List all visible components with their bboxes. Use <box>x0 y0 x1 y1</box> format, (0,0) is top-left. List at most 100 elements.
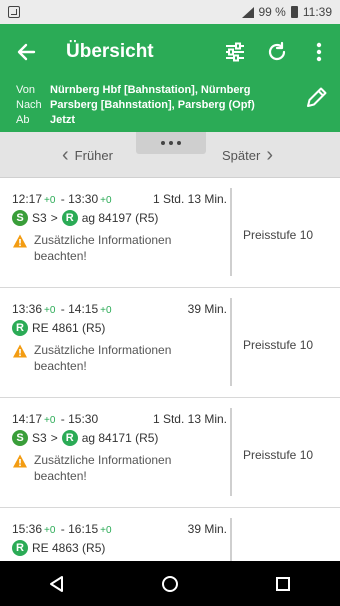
time-range: 13:36 +0 - 14:15 +0 <box>12 302 112 316</box>
circle-home-icon <box>161 575 178 592</box>
duration: 39 Min. <box>187 302 227 316</box>
from-value: Nürnberg Hbf [Bahnstation], Nürnberg <box>50 83 251 96</box>
arrival-delay: +0 <box>100 195 112 206</box>
connection-times: 13:36 +0 - 14:15 +0 39 Min. <box>12 300 227 318</box>
train-lines: S S3 > R ag 84197 (R5) <box>12 208 227 228</box>
expand-handle[interactable] <box>136 132 206 154</box>
notification-icon <box>8 6 20 18</box>
refresh-button[interactable] <box>256 24 298 80</box>
battery-percent: 99 % <box>258 5 286 19</box>
second-line: RE 4861 (R5) <box>32 321 106 335</box>
departure-time: 12:17 <box>12 192 43 206</box>
second-line: RE 4863 (R5) <box>32 541 106 555</box>
battery-icon <box>290 6 298 18</box>
warning-icon <box>13 344 27 358</box>
transfer-arrow-icon: > <box>50 431 58 445</box>
departure-delay: +0 <box>44 195 56 206</box>
earlier-label: Früher <box>74 147 113 163</box>
chevron-left-icon: ‹ <box>62 143 69 166</box>
time-range: 15:36 +0 - 16:15 +0 <box>12 522 112 536</box>
train-lines: R RE 4863 (R5) <box>12 538 227 558</box>
arrival-time: 13:30 <box>68 192 99 206</box>
system-navigation-bar <box>0 561 340 606</box>
dot-icon <box>177 141 181 145</box>
edit-pencil-icon[interactable] <box>304 84 330 110</box>
second-line: ag 84171 (R5) <box>81 431 159 445</box>
filter-sliders-icon <box>226 42 244 62</box>
app-bar: Übersicht <box>0 24 340 80</box>
price-level: Preisstufe 10 <box>243 228 314 242</box>
price-level: Preisstufe 10 <box>243 448 314 462</box>
departure-label: Ab <box>16 113 30 126</box>
to-label: Nach <box>16 98 42 111</box>
regional-train-icon: R <box>61 430 78 446</box>
departure-delay: +0 <box>44 415 56 426</box>
sbahn-icon: S <box>12 430 28 446</box>
departure-delay: +0 <box>44 305 56 316</box>
connection-details: 14:17 +0 - 15:30 1 Std. 13 Min. S S3 > R … <box>12 410 227 484</box>
time-navigation-bar: ‹ Früher Später › <box>0 132 340 178</box>
departure-time: 15:36 <box>12 522 43 536</box>
divider <box>230 518 232 561</box>
first-line: S3 <box>32 431 47 445</box>
status-bar: 99 % 11:39 <box>0 0 340 24</box>
connection-times: 12:17 +0 - 13:30 +0 1 Std. 13 Min. <box>12 190 227 208</box>
filter-button[interactable] <box>214 24 256 80</box>
more-options-button[interactable] <box>298 24 340 80</box>
duration: 1 Std. 13 Min. <box>152 192 227 206</box>
connection-item[interactable]: 13:36 +0 - 14:15 +0 39 Min. R RE 4861 (R5)… <box>0 288 340 398</box>
connection-details: 12:17 +0 - 13:30 +0 1 Std. 13 Min. S S3 > … <box>12 190 227 264</box>
price-level: Preisstufe 10 <box>243 338 314 352</box>
departure-time: 14:17 <box>12 412 43 426</box>
route-summary[interactable]: Von Nürnberg Hbf [Bahnstation], Nürnberg… <box>0 80 340 132</box>
connection-details: 15:36 +0 - 16:15 +0 39 Min. R RE 4863 (R5) <box>12 520 227 558</box>
system-home-button[interactable] <box>150 564 190 604</box>
departure-time: 13:36 <box>12 302 43 316</box>
earlier-button[interactable]: ‹ Früher <box>56 132 113 178</box>
connection-list[interactable]: 12:17 +0 - 13:30 +0 1 Std. 13 Min. S S3 > … <box>0 178 340 561</box>
square-recents-icon <box>276 576 291 591</box>
duration: 1 Std. 13 Min. <box>152 412 227 426</box>
time-range: 12:17 +0 - 13:30 +0 <box>12 192 112 206</box>
later-button[interactable]: Später › <box>222 132 279 178</box>
info-notice: Zusätzliche Informationen beachten! <box>12 342 227 374</box>
info-text: Zusätzliche Informationen beachten! <box>34 233 172 263</box>
connection-item[interactable]: 12:17 +0 - 13:30 +0 1 Std. 13 Min. S S3 > … <box>0 178 340 288</box>
transfer-arrow-icon: > <box>50 211 58 225</box>
triangle-back-icon <box>49 575 63 592</box>
connection-times: 14:17 +0 - 15:30 1 Std. 13 Min. <box>12 410 227 428</box>
back-button[interactable] <box>0 24 52 80</box>
duration: 39 Min. <box>187 522 227 536</box>
arrival-delay: +0 <box>100 525 112 536</box>
system-recents-button[interactable] <box>263 564 303 604</box>
time-range: 14:17 +0 - 15:30 <box>12 412 99 426</box>
arrival-time: 14:15 <box>68 302 99 316</box>
back-arrow-icon <box>17 43 36 61</box>
connection-times: 15:36 +0 - 16:15 +0 39 Min. <box>12 520 227 538</box>
second-line: ag 84197 (R5) <box>81 211 159 225</box>
info-text: Zusätzliche Informationen beachten! <box>34 453 172 483</box>
later-label: Später <box>222 147 261 163</box>
regional-train-icon: R <box>12 540 28 556</box>
arrival-delay: +0 <box>100 305 112 316</box>
connection-item[interactable]: 14:17 +0 - 15:30 1 Std. 13 Min. S S3 > R … <box>0 398 340 508</box>
dot-icon <box>169 141 173 145</box>
from-label: Von <box>16 83 35 96</box>
info-text: Zusätzliche Informationen beachten! <box>34 343 172 373</box>
route-from: Von Nürnberg Hbf [Bahnstation], Nürnberg <box>16 82 340 97</box>
connection-details: 13:36 +0 - 14:15 +0 39 Min. R RE 4861 (R5)… <box>12 300 227 374</box>
info-notice: Zusätzliche Informationen beachten! <box>12 452 227 484</box>
divider <box>230 298 232 386</box>
divider <box>230 408 232 496</box>
arrival-time: 16:15 <box>68 522 99 536</box>
regional-train-icon: R <box>61 210 78 226</box>
more-vertical-icon <box>316 42 322 62</box>
chevron-right-icon: › <box>266 143 273 166</box>
status-right: 99 % 11:39 <box>240 5 332 19</box>
route-to: Nach Parsberg [Bahnstation], Parsberg (O… <box>16 97 340 112</box>
connection-item[interactable]: 15:36 +0 - 16:15 +0 39 Min. R RE 4863 (R5) <box>0 508 340 561</box>
warning-icon <box>13 454 27 468</box>
sbahn-icon: S <box>12 210 28 226</box>
system-back-button[interactable] <box>37 564 77 604</box>
departure-value: Jetzt <box>50 113 76 126</box>
